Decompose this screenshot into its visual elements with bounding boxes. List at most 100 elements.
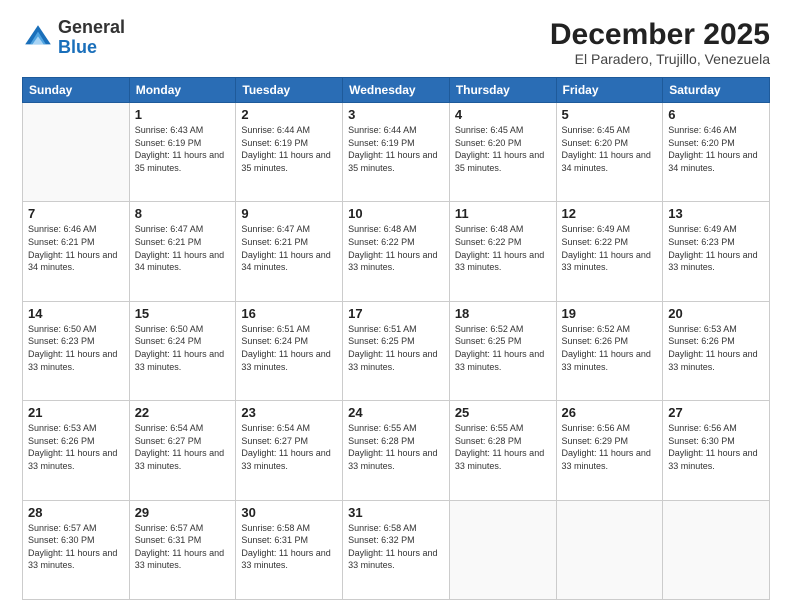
calendar-cell: 30Sunrise: 6:58 AMSunset: 6:31 PMDayligh… xyxy=(236,500,343,599)
daylight-text: Daylight: 11 hours and 35 minutes. xyxy=(241,149,337,174)
calendar-cell: 14Sunrise: 6:50 AMSunset: 6:23 PMDayligh… xyxy=(23,301,130,400)
calendar-cell: 7Sunrise: 6:46 AMSunset: 6:21 PMDaylight… xyxy=(23,202,130,301)
day-number: 24 xyxy=(348,405,444,420)
day-info: Sunrise: 6:45 AMSunset: 6:20 PMDaylight:… xyxy=(562,124,658,174)
day-info: Sunrise: 6:58 AMSunset: 6:31 PMDaylight:… xyxy=(241,522,337,572)
sunset-text: Sunset: 6:19 PM xyxy=(348,137,444,150)
header: General Blue December 2025 El Paradero, … xyxy=(22,18,770,67)
day-info: Sunrise: 6:52 AMSunset: 6:25 PMDaylight:… xyxy=(455,323,551,373)
daylight-text: Daylight: 11 hours and 33 minutes. xyxy=(562,249,658,274)
day-number: 14 xyxy=(28,306,124,321)
day-number: 12 xyxy=(562,206,658,221)
sunrise-text: Sunrise: 6:53 AM xyxy=(28,422,124,435)
sunrise-text: Sunrise: 6:46 AM xyxy=(668,124,764,137)
day-info: Sunrise: 6:50 AMSunset: 6:24 PMDaylight:… xyxy=(135,323,231,373)
daylight-text: Daylight: 11 hours and 34 minutes. xyxy=(562,149,658,174)
day-info: Sunrise: 6:53 AMSunset: 6:26 PMDaylight:… xyxy=(668,323,764,373)
sunset-text: Sunset: 6:24 PM xyxy=(241,335,337,348)
day-number: 31 xyxy=(348,505,444,520)
calendar-week-2: 7Sunrise: 6:46 AMSunset: 6:21 PMDaylight… xyxy=(23,202,770,301)
calendar-cell: 12Sunrise: 6:49 AMSunset: 6:22 PMDayligh… xyxy=(556,202,663,301)
calendar-week-1: 1Sunrise: 6:43 AMSunset: 6:19 PMDaylight… xyxy=(23,103,770,202)
day-info: Sunrise: 6:58 AMSunset: 6:32 PMDaylight:… xyxy=(348,522,444,572)
sunset-text: Sunset: 6:21 PM xyxy=(241,236,337,249)
sunset-text: Sunset: 6:23 PM xyxy=(668,236,764,249)
daylight-text: Daylight: 11 hours and 34 minutes. xyxy=(28,249,124,274)
day-number: 20 xyxy=(668,306,764,321)
calendar-cell: 29Sunrise: 6:57 AMSunset: 6:31 PMDayligh… xyxy=(129,500,236,599)
sunset-text: Sunset: 6:24 PM xyxy=(135,335,231,348)
daylight-text: Daylight: 11 hours and 33 minutes. xyxy=(455,249,551,274)
logo-icon xyxy=(22,22,54,54)
daylight-text: Daylight: 11 hours and 35 minutes. xyxy=(348,149,444,174)
sunrise-text: Sunrise: 6:58 AM xyxy=(348,522,444,535)
calendar-week-3: 14Sunrise: 6:50 AMSunset: 6:23 PMDayligh… xyxy=(23,301,770,400)
daylight-text: Daylight: 11 hours and 33 minutes. xyxy=(455,348,551,373)
title-block: December 2025 El Paradero, Trujillo, Ven… xyxy=(550,18,770,67)
day-info: Sunrise: 6:52 AMSunset: 6:26 PMDaylight:… xyxy=(562,323,658,373)
header-monday: Monday xyxy=(129,78,236,103)
sunrise-text: Sunrise: 6:48 AM xyxy=(455,223,551,236)
calendar-cell: 4Sunrise: 6:45 AMSunset: 6:20 PMDaylight… xyxy=(449,103,556,202)
daylight-text: Daylight: 11 hours and 33 minutes. xyxy=(455,447,551,472)
sunrise-text: Sunrise: 6:53 AM xyxy=(668,323,764,336)
calendar-cell: 27Sunrise: 6:56 AMSunset: 6:30 PMDayligh… xyxy=(663,401,770,500)
daylight-text: Daylight: 11 hours and 33 minutes. xyxy=(135,348,231,373)
header-saturday: Saturday xyxy=(663,78,770,103)
daylight-text: Daylight: 11 hours and 33 minutes. xyxy=(562,348,658,373)
day-number: 16 xyxy=(241,306,337,321)
calendar-cell: 8Sunrise: 6:47 AMSunset: 6:21 PMDaylight… xyxy=(129,202,236,301)
sunset-text: Sunset: 6:26 PM xyxy=(562,335,658,348)
day-number: 11 xyxy=(455,206,551,221)
sunrise-text: Sunrise: 6:51 AM xyxy=(241,323,337,336)
sunset-text: Sunset: 6:25 PM xyxy=(348,335,444,348)
sunset-text: Sunset: 6:22 PM xyxy=(348,236,444,249)
calendar-header-row: Sunday Monday Tuesday Wednesday Thursday… xyxy=(23,78,770,103)
daylight-text: Daylight: 11 hours and 33 minutes. xyxy=(241,547,337,572)
daylight-text: Daylight: 11 hours and 33 minutes. xyxy=(28,447,124,472)
day-number: 21 xyxy=(28,405,124,420)
day-info: Sunrise: 6:51 AMSunset: 6:25 PMDaylight:… xyxy=(348,323,444,373)
day-info: Sunrise: 6:57 AMSunset: 6:30 PMDaylight:… xyxy=(28,522,124,572)
calendar-cell: 15Sunrise: 6:50 AMSunset: 6:24 PMDayligh… xyxy=(129,301,236,400)
sunset-text: Sunset: 6:30 PM xyxy=(28,534,124,547)
sunset-text: Sunset: 6:19 PM xyxy=(241,137,337,150)
calendar-cell: 26Sunrise: 6:56 AMSunset: 6:29 PMDayligh… xyxy=(556,401,663,500)
day-info: Sunrise: 6:55 AMSunset: 6:28 PMDaylight:… xyxy=(455,422,551,472)
sunrise-text: Sunrise: 6:57 AM xyxy=(28,522,124,535)
day-info: Sunrise: 6:48 AMSunset: 6:22 PMDaylight:… xyxy=(348,223,444,273)
day-number: 25 xyxy=(455,405,551,420)
logo: General Blue xyxy=(22,18,125,58)
calendar-cell: 1Sunrise: 6:43 AMSunset: 6:19 PMDaylight… xyxy=(129,103,236,202)
sunrise-text: Sunrise: 6:45 AM xyxy=(562,124,658,137)
sunrise-text: Sunrise: 6:56 AM xyxy=(562,422,658,435)
day-number: 28 xyxy=(28,505,124,520)
day-number: 5 xyxy=(562,107,658,122)
calendar-cell: 23Sunrise: 6:54 AMSunset: 6:27 PMDayligh… xyxy=(236,401,343,500)
day-number: 17 xyxy=(348,306,444,321)
calendar-cell: 2Sunrise: 6:44 AMSunset: 6:19 PMDaylight… xyxy=(236,103,343,202)
calendar-cell: 10Sunrise: 6:48 AMSunset: 6:22 PMDayligh… xyxy=(343,202,450,301)
day-number: 23 xyxy=(241,405,337,420)
day-number: 7 xyxy=(28,206,124,221)
logo-general: General xyxy=(58,17,125,37)
day-number: 22 xyxy=(135,405,231,420)
day-info: Sunrise: 6:55 AMSunset: 6:28 PMDaylight:… xyxy=(348,422,444,472)
header-thursday: Thursday xyxy=(449,78,556,103)
calendar-cell: 18Sunrise: 6:52 AMSunset: 6:25 PMDayligh… xyxy=(449,301,556,400)
sunrise-text: Sunrise: 6:49 AM xyxy=(668,223,764,236)
daylight-text: Daylight: 11 hours and 33 minutes. xyxy=(135,547,231,572)
day-number: 3 xyxy=(348,107,444,122)
calendar-cell: 25 Sunrise: 6:55 AMSunset: 6:28 PMDayligh… xyxy=(449,401,556,500)
sunrise-text: Sunrise: 6:50 AM xyxy=(28,323,124,336)
daylight-text: Daylight: 11 hours and 33 minutes. xyxy=(348,447,444,472)
sunset-text: Sunset: 6:20 PM xyxy=(562,137,658,150)
day-number: 13 xyxy=(668,206,764,221)
sunrise-text: Sunrise: 6:55 AM xyxy=(455,422,551,435)
header-friday: Friday xyxy=(556,78,663,103)
sunset-text: Sunset: 6:22 PM xyxy=(455,236,551,249)
calendar-cell: 21Sunrise: 6:53 AMSunset: 6:26 PMDayligh… xyxy=(23,401,130,500)
daylight-text: Daylight: 11 hours and 33 minutes. xyxy=(28,348,124,373)
sunrise-text: Sunrise: 6:51 AM xyxy=(348,323,444,336)
sunset-text: Sunset: 6:28 PM xyxy=(348,435,444,448)
